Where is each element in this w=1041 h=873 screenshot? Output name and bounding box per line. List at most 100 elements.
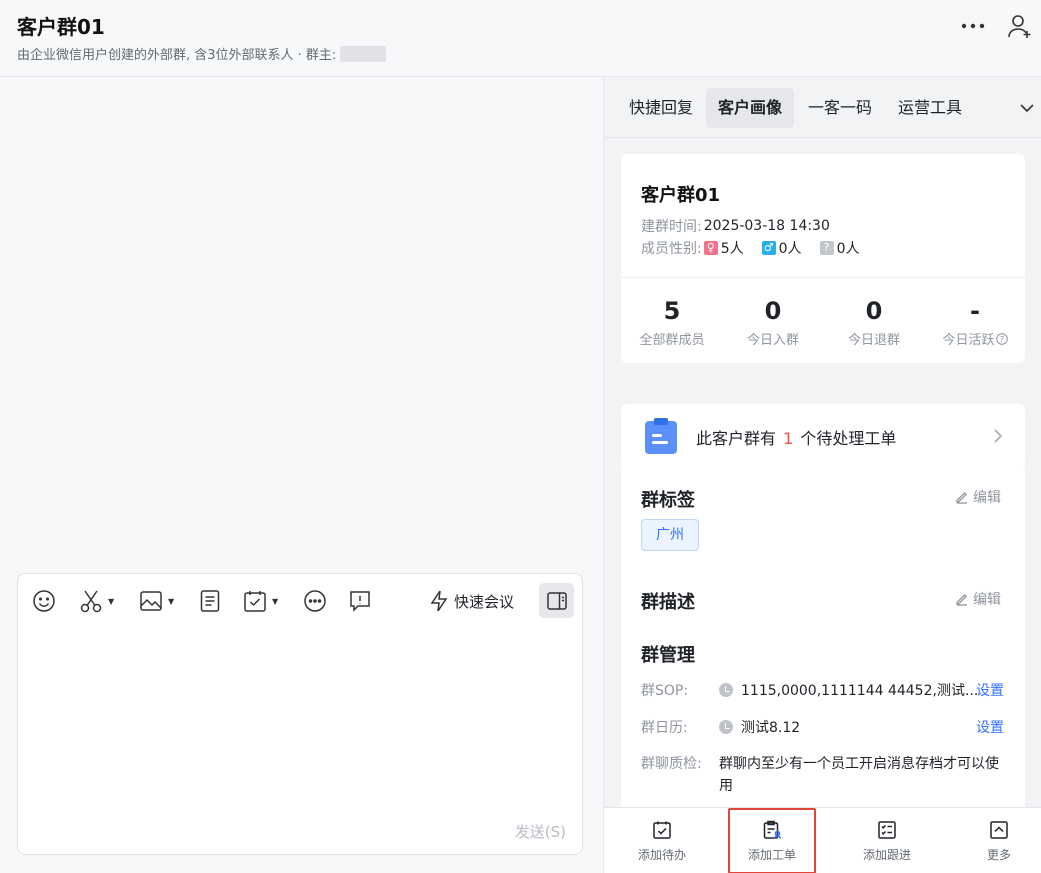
clock-icon [719,720,733,734]
group-calendar-label: 群日历: [641,720,688,736]
stat-label: 全部群成员 [639,333,705,348]
male-count: ♂ 0人 [761,238,802,258]
group-info-card: 客户群01 建群时间: 2025-03-18 14:30 成员性别: ♀ 5人 … [621,154,1025,363]
side-panel-tabs: 快捷回复 客户画像 一客一码 运营工具 [604,77,1041,138]
todo-icon [653,821,671,839]
edit-tags-button[interactable]: 编辑 [955,487,1001,507]
chevron-right-icon [994,429,1003,443]
tab-operation-tools[interactable]: 运营工具 [886,88,974,128]
group-sop-setting-link[interactable]: 设置 [976,680,1004,700]
edit-icon [956,594,967,606]
divider [621,277,1025,278]
group-calendar-setting-link[interactable]: 设置 [976,717,1004,737]
clock-icon [719,683,733,697]
stat-label: 今日入群 [746,333,799,348]
ticket-icon [763,820,782,839]
group-tag[interactable]: 广州 [641,519,699,551]
group-calendar-value: 测试8.12 [741,720,801,736]
document-icon[interactable] [200,586,220,616]
stat-value: 5 [663,297,681,325]
unknown-gender-count: ? 0人 [819,238,860,258]
group-calendar-row: 群日历: 测试8.12 设置 [641,717,1011,737]
followup-icon [878,820,896,839]
chat-subtitle-text: 由企业微信用户创建的外部群, 含3位外部联系人 · 群主: [17,48,337,63]
pending-ticket-banner[interactable]: 此客户群有 1 个待处理工单 [621,404,1025,468]
stat-all-members[interactable]: 5 全部群成员 [622,295,722,348]
female-count-value: 5人 [720,241,744,257]
group-sop-value: 1115,0000,1111144 44452,测试... [741,683,979,699]
stat-left-today[interactable]: 0 今日退群 [824,295,924,348]
ticket-text-suffix: 个待处理工单 [800,429,897,448]
stat-active-today[interactable]: - 今日活跃 ? [925,295,1025,348]
unknown-count-value: 0人 [836,241,860,257]
group-sop-label: 群SOP: [641,683,689,699]
more-up-icon [990,820,1008,839]
stat-label: 今日活跃 ? [925,329,1025,348]
image-icon[interactable]: ▼ [140,586,174,616]
edit-icon [956,492,967,504]
tab-quick-reply[interactable]: 快捷回复 [617,88,705,128]
group-qc-value: 群聊内至少有一个员工开启消息存档才可以使用 [719,756,999,794]
send-button[interactable]: 发送(S) [515,821,566,842]
unknown-gender-icon: ? [819,241,834,255]
chat-header: 客户群01 由企业微信用户创建的外部群, 含3位外部联系人 · 群主: [0,0,1041,77]
ticket-text-prefix: 此客户群有 [696,429,777,448]
composer-toolbar: ▼ ▼ ▼ 快速会议 [18,574,582,628]
smile-icon[interactable] [32,586,56,616]
add-ticket-button[interactable]: 添加工单 [728,808,816,873]
add-todo-button[interactable]: 添加待办 [607,808,717,873]
more-actions-button[interactable]: 更多 [944,808,1041,873]
message-composer[interactable]: ▼ ▼ ▼ 快速会议 发送(S) [17,573,583,855]
stat-label: 今日退群 [847,333,900,348]
stat-value: 0 [865,297,883,325]
chevron-down-icon[interactable]: ▼ [168,597,174,606]
lightning-icon [430,590,448,612]
owner-name-redacted [340,45,387,62]
tab-one-customer-one-code[interactable]: 一客一码 [796,88,884,128]
created-time-value: 2025-03-18 14:30 [703,218,830,234]
ticket-count: 1 [783,429,794,448]
svg-text:?: ? [999,335,1003,344]
calendar-check-icon[interactable]: ▼ [244,586,278,616]
female-count: ♀ 5人 [703,238,744,258]
customer-side-panel: 快捷回复 客户画像 一客一码 运营工具 客户群01 建群时间: 2025-03-… [603,77,1041,873]
message-icon[interactable] [348,586,372,616]
group-name: 客户群01 [641,185,721,206]
sidebar-toggle-icon[interactable] [539,583,574,618]
tab-customer-profile[interactable]: 客户画像 [706,88,795,128]
chevron-down-icon[interactable]: ▼ [108,597,114,606]
stat-value: 0 [764,297,782,325]
group-quality-check-row: 群聊质检: 群聊内至少有一个员工开启消息存档才可以使用 [641,753,1011,797]
more-circle-icon[interactable] [303,586,327,616]
group-tags-title: 群标签 [641,490,695,511]
add-ticket-label: 添加工单 [747,847,796,862]
scissors-icon[interactable]: ▼ [80,586,114,616]
group-management-title: 群管理 [641,645,695,666]
chevron-down-icon[interactable] [1018,99,1036,117]
chat-subtitle: 由企业微信用户创建的外部群, 含3位外部联系人 · 群主: [17,44,387,63]
male-icon: ♂ [761,241,776,255]
quick-meeting-label: 快速会议 [454,592,515,611]
group-qc-label: 群聊质检: [641,756,702,772]
bottom-action-bar: 添加待办 添加工单 添加跟进 更多 [604,807,1041,873]
stat-joined-today[interactable]: 0 今日入群 [723,295,823,348]
female-icon: ♀ [703,241,718,255]
more-horizontal-icon[interactable] [958,12,988,40]
add-user-icon[interactable] [1006,12,1036,40]
add-todo-label: 添加待办 [637,847,686,862]
stat-value: - [970,297,980,325]
created-time-label: 建群时间: [641,219,702,235]
edit-description-button[interactable]: 编辑 [955,589,1001,609]
member-gender-row: 成员性别: ♀ 5人 ♂ 0人 ? 0人 [641,238,877,258]
add-followup-button[interactable]: 添加跟进 [832,808,942,873]
add-followup-label: 添加跟进 [862,847,911,862]
group-sop-row: 群SOP: 1115,0000,1111144 44452,测试... 设置 [641,680,1011,700]
chevron-down-icon[interactable]: ▼ [272,597,278,606]
ticket-clipboard-icon [645,418,677,454]
group-detail-card: 群标签 编辑 广州 群描述 编辑 群管理 群SOP: 1115,0000,111… [621,466,1025,826]
help-icon[interactable]: ? [995,332,1008,345]
more-actions-label: 更多 [986,847,1011,862]
quick-meeting-button[interactable]: 快速会议 [430,587,514,615]
stat-label-text: 今日活跃 [942,333,995,348]
edit-label: 编辑 [973,490,1001,506]
